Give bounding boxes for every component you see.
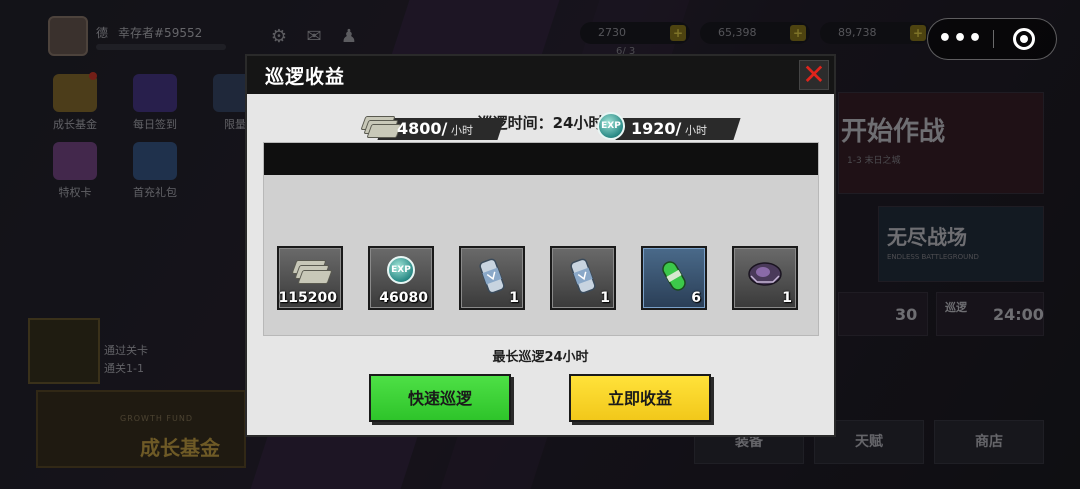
exp-rate: EXP 1920/ 小时 bbox=[597, 112, 747, 140]
reward-qty: 1 bbox=[600, 290, 610, 306]
green-capsule-icon bbox=[662, 261, 686, 291]
reward-qty: 1 bbox=[509, 290, 519, 306]
reward-slot-canister[interactable]: 1 bbox=[459, 246, 525, 310]
capsule-divider bbox=[993, 30, 994, 48]
reward-qty: 1 bbox=[782, 290, 792, 306]
claim-rewards-button[interactable]: 立即收益 bbox=[569, 374, 711, 422]
exp-icon: EXP bbox=[597, 112, 625, 140]
reward-qty: 46080 bbox=[379, 290, 428, 306]
close-button[interactable]: ✕ bbox=[799, 60, 829, 90]
reward-panel-header bbox=[264, 143, 818, 175]
exp-rate-value: 1920/ bbox=[631, 119, 682, 138]
exit-miniprogram-icon[interactable] bbox=[1013, 28, 1035, 50]
reward-slot-canister[interactable]: 1 bbox=[550, 246, 616, 310]
dialog-title: 巡逻收益 bbox=[265, 66, 346, 88]
max-patrol-note: 最长巡逻24小时 bbox=[492, 350, 589, 365]
reward-slot-capsule[interactable]: 6 bbox=[641, 246, 707, 310]
cash-rate-unit: 小时 bbox=[451, 124, 473, 137]
cash-rate-value: 4800/ bbox=[397, 119, 448, 138]
exp-orb-icon: EXP bbox=[387, 256, 415, 284]
dialog-header: 巡逻收益 ✕ bbox=[247, 56, 834, 94]
reward-slot-cash[interactable]: 115200 bbox=[277, 246, 343, 310]
reward-qty: 6 bbox=[691, 290, 701, 306]
cash-rate: 4800/ 小时 bbox=[359, 114, 509, 140]
reward-slot-exp[interactable]: EXP 46080 bbox=[368, 246, 434, 310]
more-menu-button[interactable]: ••• bbox=[928, 19, 993, 59]
exp-rate-unit: 小时 bbox=[685, 124, 707, 137]
quick-patrol-button[interactable]: 快速巡逻 bbox=[369, 374, 511, 422]
cash-stack-icon bbox=[291, 258, 333, 284]
gear-part-icon bbox=[748, 262, 782, 286]
reward-qty: 115200 bbox=[278, 290, 337, 306]
miniprogram-capsule: ••• bbox=[927, 18, 1057, 60]
cash-icon bbox=[360, 114, 402, 138]
reward-slot-gear-part[interactable]: 1 bbox=[732, 246, 798, 310]
silver-canister-icon bbox=[570, 258, 596, 294]
silver-canister-icon bbox=[479, 258, 505, 294]
patrol-reward-dialog: 巡逻收益 ✕ 巡逻时间：24小时 4800/ 小时 EXP 1920/ 小时 1… bbox=[245, 54, 836, 437]
